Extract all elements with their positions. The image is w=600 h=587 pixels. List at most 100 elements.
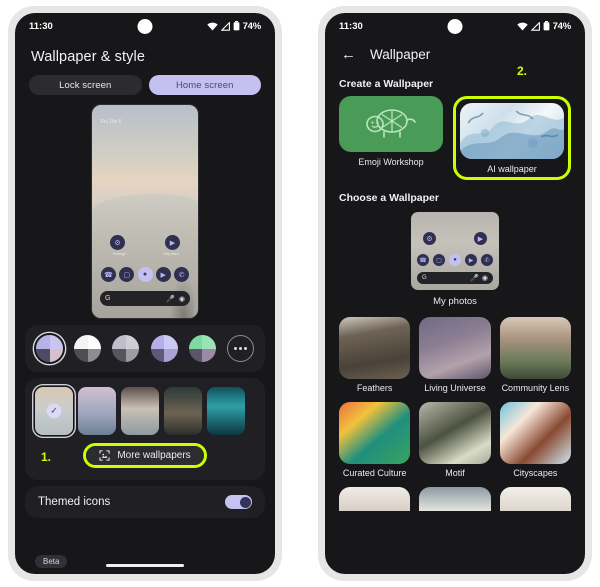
battery-percent: 74% <box>552 20 572 32</box>
status-time: 11:30 <box>339 20 363 32</box>
create-card-emoji-workshop[interactable]: Emoji Workshop <box>339 96 443 167</box>
category-feathers[interactable]: Feathers <box>339 317 411 393</box>
cityscapes-thumbnail <box>499 402 571 464</box>
living-universe-label: Living Universe <box>424 383 486 393</box>
category-living-universe[interactable]: Living Universe <box>419 317 491 393</box>
emoji-workshop-label: Emoji Workshop <box>358 157 424 167</box>
settings-icon: ⚙ <box>110 235 125 250</box>
swatch-4[interactable] <box>150 335 178 362</box>
lens-icon: ◉ <box>178 295 185 303</box>
thumb-city[interactable] <box>78 387 116 435</box>
signal-icon <box>530 21 540 31</box>
phone-left: 11:30 74% Wallpaper & style Lock screen … <box>8 6 282 581</box>
more-wallpapers-label: More wallpapers <box>117 450 191 461</box>
more-colors-button[interactable] <box>226 335 254 362</box>
front-camera-icon <box>137 19 153 34</box>
category-cityscapes[interactable]: Cityscapes <box>499 402 571 478</box>
phone-icon: ✆ <box>481 254 493 266</box>
image-frame-icon <box>99 450 110 461</box>
status-icons: 74% <box>516 20 572 32</box>
home-screen-preview[interactable]: Fri, Oct 6 ⚙ Settings ▶ Play Movi ☎ ▢ ● … <box>91 104 199 319</box>
battery-icon <box>233 21 239 31</box>
swatch-1[interactable] <box>36 335 63 362</box>
thumb-mountain[interactable] <box>121 387 159 435</box>
youtube-icon: ▶ <box>155 267 171 282</box>
feathers-label: Feathers <box>356 383 393 393</box>
tab-home-screen[interactable]: Home screen <box>148 75 261 95</box>
wallpaper-preview-container: Fri, Oct 6 ⚙ Settings ▶ Play Movi ☎ ▢ ● … <box>15 95 275 325</box>
more-wallpapers-button[interactable]: More wallpapers <box>86 446 204 465</box>
battery-percent: 74% <box>242 20 262 32</box>
battery-icon <box>543 21 549 31</box>
microphone-icon: 🎤 <box>470 275 479 282</box>
partial-thumbnail-1 <box>339 487 411 511</box>
messages-icon: ● <box>449 254 461 266</box>
right-screen: 11:30 74% ← Wallpaper Create a Wallpaper… <box>325 13 585 574</box>
swatch-3[interactable] <box>112 335 140 362</box>
play-movies-label: Play Movi <box>163 252 179 256</box>
motif-label: Motif <box>445 468 465 478</box>
category-curated-culture[interactable]: Curated Culture <box>339 402 411 478</box>
my-photos-container: ☎ ▢ ● ▶ ✆ ⚙ ▶ G 🎤 ◉ My photos <box>325 210 585 307</box>
swatch-2[interactable] <box>74 335 102 362</box>
category-motif[interactable]: Motif <box>419 402 491 478</box>
back-arrow-icon[interactable]: ← <box>341 47 356 62</box>
preview-dock: ☎ ▢ ● ▶ ✆ <box>417 254 493 266</box>
choose-wallpaper-heading: Choose a Wallpaper <box>339 192 439 204</box>
status-bar-left: 11:30 74% <box>15 13 275 39</box>
google-g-icon: G <box>422 275 427 281</box>
partial-thumbnail-2 <box>419 487 491 511</box>
my-photos-thumbnail[interactable]: ☎ ▢ ● ▶ ✆ ⚙ ▶ G 🎤 ◉ <box>411 212 499 290</box>
color-swatch-card <box>25 325 265 372</box>
wallpaper-thumbs-card: ✓ 1. More wallpapers <box>25 378 265 480</box>
nav-gesture-bar[interactable] <box>106 564 184 567</box>
category-partial-2[interactable] <box>419 487 491 511</box>
signal-icon <box>220 21 230 31</box>
category-partial-1[interactable] <box>339 487 411 511</box>
wifi-icon <box>206 22 218 30</box>
wallpaper-category-grid: Feathers Living Universe Community Lens … <box>325 307 585 511</box>
color-swatch-row <box>25 325 265 372</box>
beta-badge: Beta <box>35 555 68 568</box>
instagram-icon: ▢ <box>119 267 135 282</box>
swatch-5[interactable] <box>188 335 216 362</box>
instagram-icon: ▢ <box>433 254 445 266</box>
thumb-selected[interactable]: ✓ <box>35 387 73 435</box>
app-bar: ← Wallpaper <box>325 39 585 66</box>
lens-icon: ◉ <box>481 275 488 282</box>
phone-icon: ✆ <box>174 267 189 282</box>
themed-icons-toggle[interactable] <box>225 495 252 509</box>
tab-lock-screen[interactable]: Lock screen <box>29 75 142 95</box>
google-g-icon: G <box>105 295 111 302</box>
status-icons: 74% <box>206 20 262 32</box>
create-card-ai-wallpaper[interactable]: AI wallpaper <box>460 103 564 174</box>
whatsapp-icon: ☎ <box>417 254 429 266</box>
category-community-lens[interactable]: Community Lens <box>499 317 571 393</box>
thumb-teal[interactable] <box>207 387 245 435</box>
curated-culture-label: Curated Culture <box>342 468 407 478</box>
annotation-step-1: 1. <box>41 450 52 464</box>
whatsapp-icon: ☎ <box>101 267 116 282</box>
themed-icons-label: Themed icons <box>38 496 111 508</box>
microphone-icon: 🎤 <box>166 295 175 303</box>
google-search-bar: G 🎤 ◉ <box>417 272 493 284</box>
cityscapes-label: Cityscapes <box>513 468 558 478</box>
screen-mode-segmented-control: Lock screen Home screen <box>15 67 275 95</box>
themed-icons-row[interactable]: Themed icons <box>25 486 265 518</box>
community-lens-thumbnail <box>499 317 571 379</box>
thumb-road[interactable] <box>164 387 202 435</box>
ai-art-thumbnail <box>460 103 564 159</box>
more-wallpapers-row: 1. More wallpapers <box>25 439 265 480</box>
motif-thumbnail <box>419 402 491 464</box>
partial-thumbnail-3 <box>499 487 571 511</box>
play-movies-icon: ▶ <box>474 232 487 245</box>
messages-icon: ● <box>137 267 153 282</box>
status-time: 11:30 <box>29 20 53 32</box>
front-camera-icon <box>447 19 463 34</box>
left-screen: 11:30 74% Wallpaper & style Lock screen … <box>15 13 275 574</box>
create-wallpaper-row: Emoji Workshop AI wallpaper <box>325 96 585 180</box>
check-icon: ✓ <box>46 403 62 419</box>
preview-date: Fri, Oct 6 <box>101 119 122 125</box>
wallpaper-thumb-row: ✓ <box>25 378 265 439</box>
category-partial-3[interactable] <box>499 487 571 511</box>
